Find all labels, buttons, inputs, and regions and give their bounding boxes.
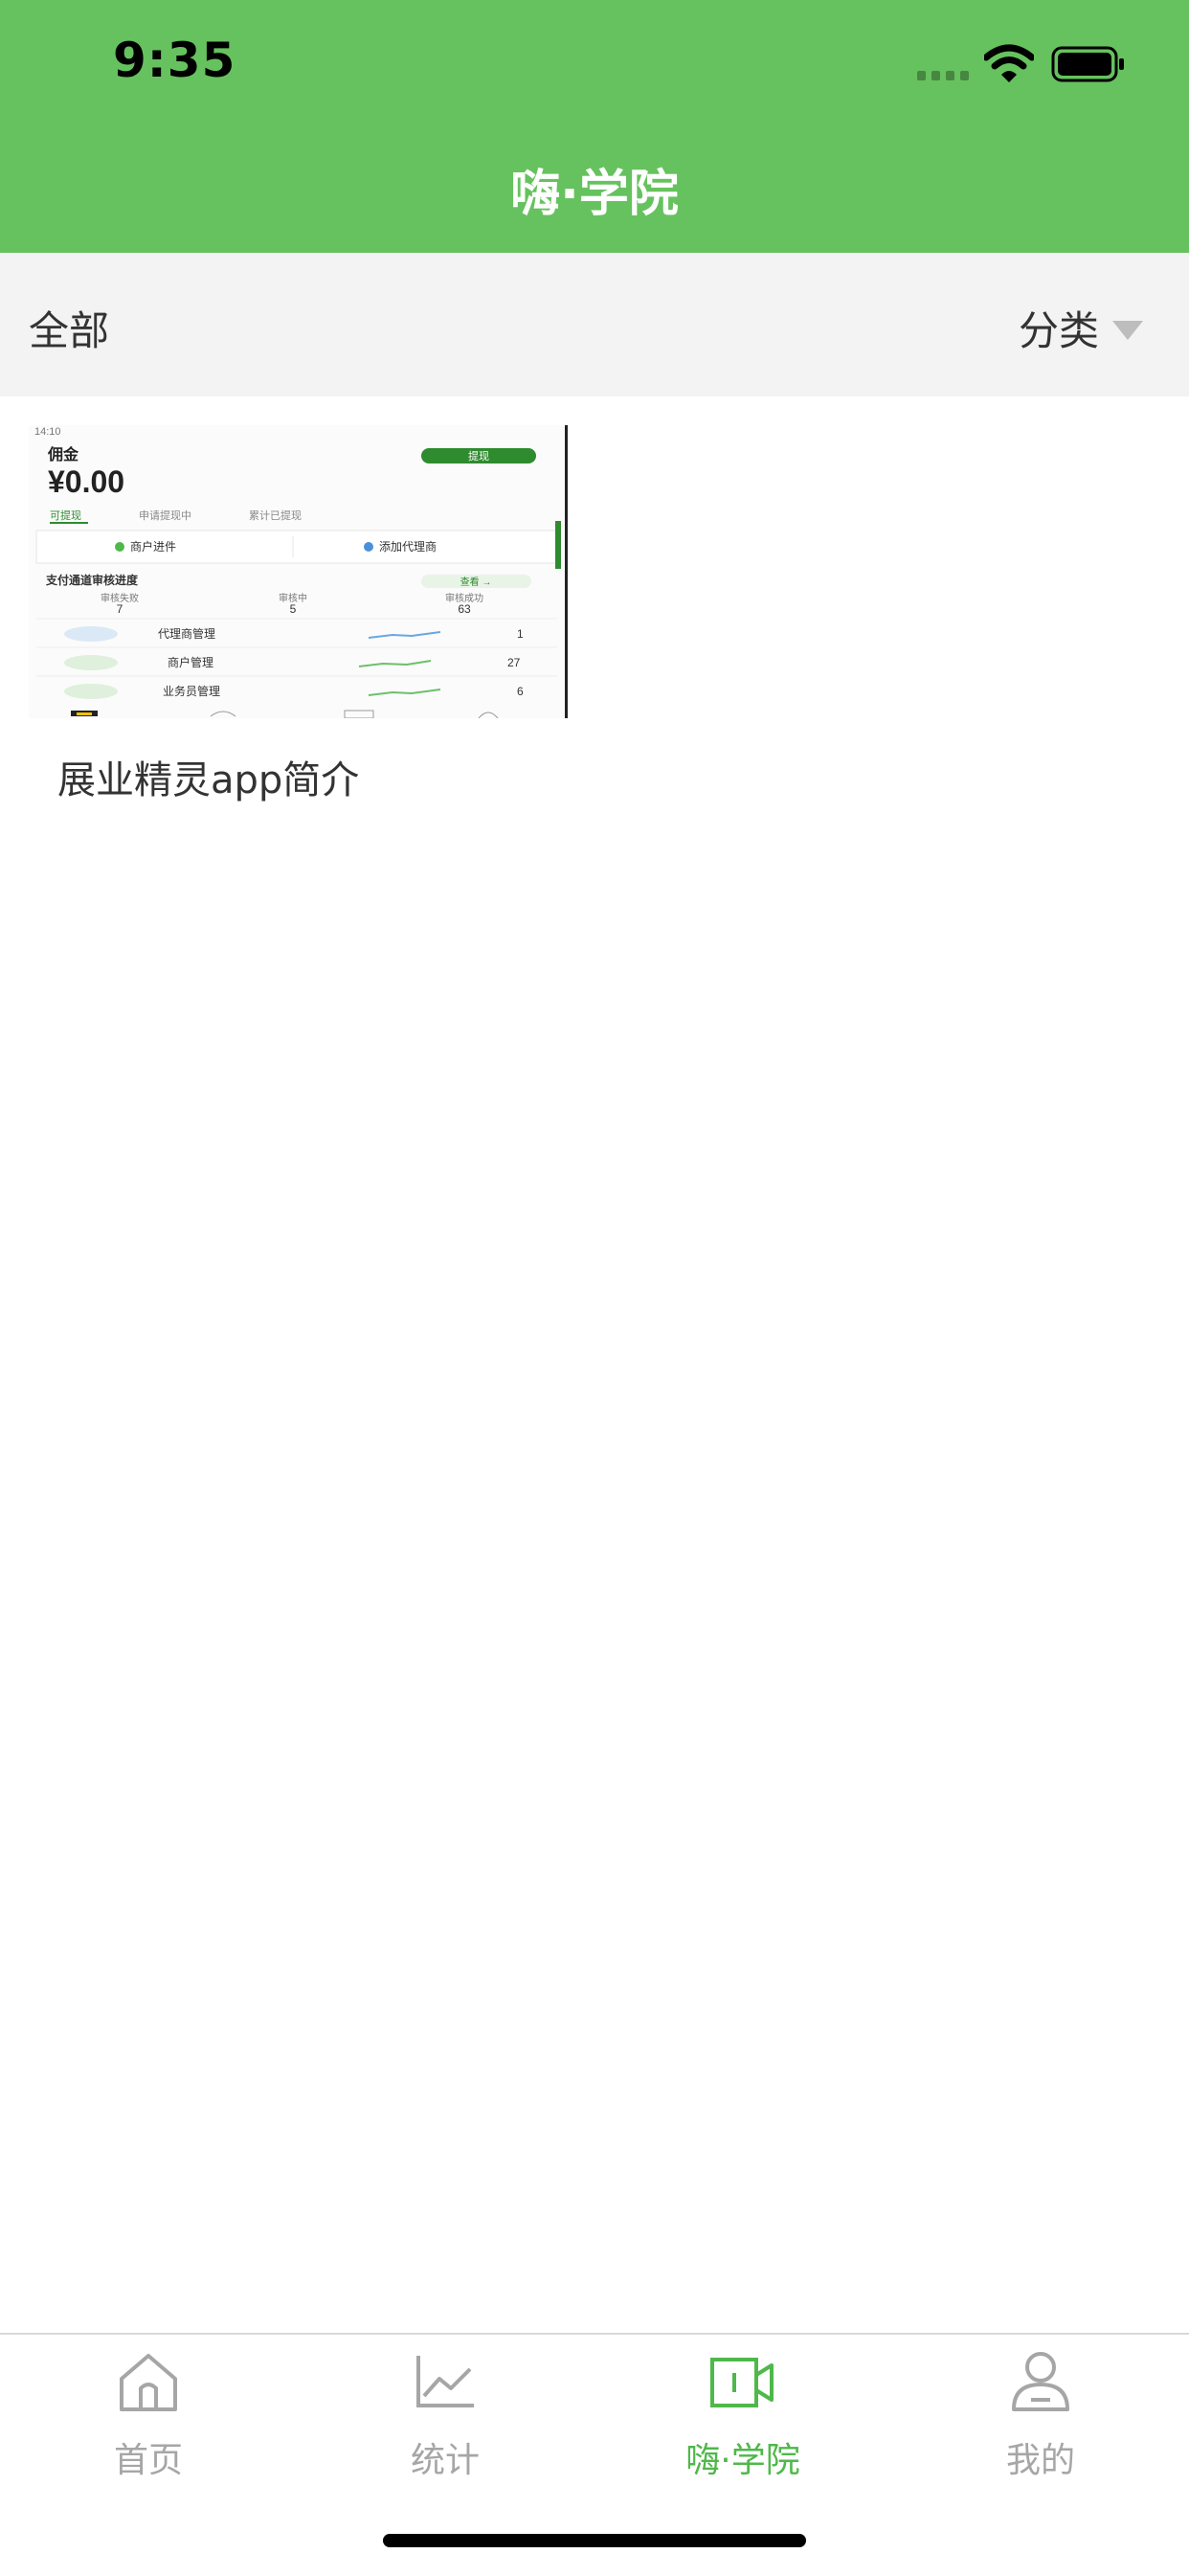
thumb-tab-1: 申请提现中 xyxy=(139,509,191,522)
video-thumbnail[interactable]: 14:10 佣金 提现 ¥0.00 可提现 申请提现中 累计已提现 商户进件 添… xyxy=(29,425,568,718)
tab-profile[interactable]: 我的 xyxy=(892,2335,1189,2507)
home-indicator[interactable] xyxy=(383,2534,806,2547)
tab-stats[interactable]: 统计 xyxy=(297,2335,594,2507)
thumb-row-spark-0 xyxy=(368,631,441,639)
page-title: 嗨·学院 xyxy=(510,166,679,223)
thumb-side-accent xyxy=(555,521,561,569)
dropdown-arrow-icon xyxy=(1112,320,1143,340)
thumb-tab-2: 累计已提现 xyxy=(249,509,302,522)
thumb-row-spark-2 xyxy=(368,689,441,696)
thumb-stat-value-1: 5 xyxy=(290,602,297,616)
thumb-row-label-0: 代理商管理 xyxy=(158,626,215,641)
thumb-status-time: 14:10 xyxy=(34,426,61,438)
thumb-tab-video-icon xyxy=(344,710,374,718)
thumb-stat-value-2: 63 xyxy=(458,602,471,616)
thumb-row-icon-2 xyxy=(64,684,118,699)
thumb-row-label-2: 业务员管理 xyxy=(163,684,220,698)
video-title[interactable]: 展业精灵app简介 xyxy=(57,749,359,804)
chart-icon xyxy=(416,2356,474,2407)
thumb-row-icon-1 xyxy=(64,655,118,670)
wifi-icon xyxy=(984,44,1034,82)
tab-profile-label: 我的 xyxy=(1005,2441,1075,2480)
thumb-tab-user-icon xyxy=(478,712,499,718)
thumb-tab-stats-icon xyxy=(210,711,236,717)
status-time: 9:35 xyxy=(113,33,236,88)
cellular-signal-icon xyxy=(917,71,971,82)
thumb-tab-home-accent xyxy=(77,712,92,715)
video-icon xyxy=(710,2358,774,2407)
category-label: 分类 xyxy=(1018,307,1099,354)
thumb-row-value-1: 27 xyxy=(507,656,521,669)
thumb-balance-value: ¥0.00 xyxy=(48,464,124,499)
thumb-tab-indicator xyxy=(50,522,88,524)
category-dropdown[interactable]: 分类 xyxy=(1019,299,1143,357)
thumb-row-spark-1 xyxy=(358,660,432,667)
tab-stats-label: 统计 xyxy=(410,2441,480,2480)
tab-home-label: 首页 xyxy=(113,2441,183,2480)
video-card[interactable]: 14:10 佣金 提现 ¥0.00 可提现 申请提现中 累计已提现 商户进件 添… xyxy=(29,425,568,808)
home-icon xyxy=(120,2354,177,2411)
tab-home[interactable]: 首页 xyxy=(0,2335,297,2507)
thumb-actions-box xyxy=(35,530,558,564)
filter-bar: 全部 分类 xyxy=(0,253,1189,396)
thumb-row-label-1: 商户管理 xyxy=(168,655,213,669)
battery-icon xyxy=(1051,46,1124,82)
thumb-action-0: 商户进件 xyxy=(130,539,176,554)
thumb-agent-icon xyxy=(364,542,373,552)
user-icon xyxy=(1012,2352,1069,2411)
tab-academy-label: 嗨·学院 xyxy=(685,2441,800,2480)
thumb-progress-link: 查看 → xyxy=(460,576,492,588)
thumb-merchant-icon xyxy=(115,542,124,552)
header: 9:35 嗨·学院 xyxy=(0,0,1189,253)
thumb-stat-value-0: 7 xyxy=(117,602,123,616)
thumb-progress-title: 支付通道审核进度 xyxy=(45,573,139,587)
thumb-row-icon-0 xyxy=(64,626,118,642)
filter-all-button[interactable]: 全部 xyxy=(29,299,109,357)
tab-academy[interactable]: 嗨·学院 xyxy=(594,2335,891,2507)
thumb-action-1: 添加代理商 xyxy=(379,539,437,554)
thumb-row-value-0: 1 xyxy=(517,627,524,641)
thumb-tab-0: 可提现 xyxy=(50,509,81,522)
thumb-row-value-2: 6 xyxy=(517,685,524,698)
thumb-balance-label: 佣金 xyxy=(47,445,79,463)
thumb-withdraw-label: 提现 xyxy=(468,450,489,463)
